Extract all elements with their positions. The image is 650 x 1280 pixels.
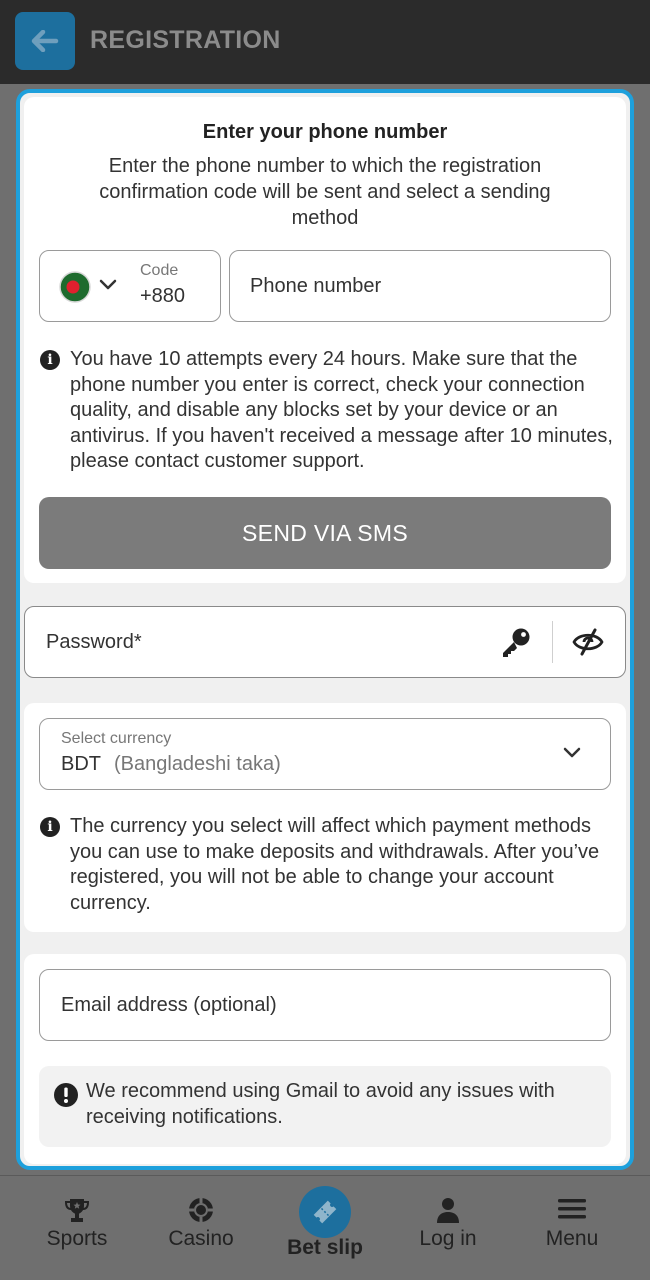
attempts-info: i You have 10 attempts every 24 hours. M…: [40, 347, 618, 475]
currency-code: BDT: [61, 753, 101, 775]
phone-number-input[interactable]: Phone number: [229, 250, 611, 322]
trophy-icon: [64, 1199, 90, 1222]
attempts-info-text: You have 10 attempts every 24 hours. Mak…: [70, 348, 613, 473]
back-button[interactable]: [15, 12, 75, 70]
nav-bet-slip[interactable]: Bet slip: [265, 1176, 385, 1280]
send-via-sms-button[interactable]: SEND VIA SMS: [39, 497, 611, 569]
hamburger-menu-icon: [558, 1199, 586, 1219]
currency-section: Select currency BDT (Bangladeshi taka) i…: [24, 703, 626, 932]
currency-info: i The currency you select will affect wh…: [40, 814, 618, 916]
nav-sports[interactable]: Sports: [17, 1176, 137, 1280]
bet-slip-icon-circle: [299, 1186, 351, 1238]
phone-section-title: Enter your phone number: [202, 121, 448, 143]
nav-log-in[interactable]: Log in: [388, 1176, 508, 1280]
gmail-notice-text: We recommend using Gmail to avoid any is…: [86, 1080, 555, 1128]
nav-menu[interactable]: Menu: [512, 1176, 632, 1280]
password-input[interactable]: Password*: [24, 606, 626, 678]
user-icon: [437, 1198, 459, 1223]
key-icon: [503, 628, 530, 657]
info-icon: i: [40, 817, 60, 837]
currency-select[interactable]: Select currency BDT (Bangladeshi taka): [39, 718, 611, 790]
eye-hidden-icon[interactable]: [571, 627, 605, 657]
email-placeholder: Email address (optional): [61, 994, 277, 1016]
casino-chip-icon: [189, 1198, 213, 1222]
nav-log-in-label: Log in: [419, 1227, 477, 1250]
arrow-left-icon: [31, 30, 59, 52]
gmail-notice: We recommend using Gmail to avoid any is…: [39, 1066, 611, 1147]
email-input[interactable]: Email address (optional): [39, 969, 611, 1041]
nav-casino-label: Casino: [168, 1227, 234, 1250]
info-icon: i: [40, 350, 60, 370]
nav-sports-label: Sports: [46, 1227, 108, 1250]
nav-bet-slip-label: Bet slip: [287, 1236, 363, 1259]
phone-number-placeholder: Phone number: [250, 275, 382, 297]
exclamation-icon: [54, 1083, 78, 1107]
page-title: REGISTRATION: [90, 26, 281, 54]
currency-label: Select currency: [61, 730, 172, 747]
code-label: Code: [140, 262, 179, 279]
ticket-icon: [313, 1200, 337, 1224]
phone-section-description: Enter the phone number to which the regi…: [99, 155, 551, 229]
bottom-navigation: Sports Casino Bet slip Log in Menu: [0, 1175, 650, 1280]
country-code-select[interactable]: Code +880: [39, 250, 221, 322]
bangladesh-flag-icon: [59, 271, 91, 303]
currency-name: (Bangladeshi taka): [114, 753, 281, 775]
field-divider: [552, 621, 553, 663]
registration-form: Enter your phone number Enter the phone …: [16, 89, 634, 1170]
code-value: +880: [140, 285, 186, 307]
top-bar: REGISTRATION: [0, 0, 650, 84]
nav-menu-label: Menu: [545, 1227, 599, 1250]
chevron-down-icon: [99, 279, 117, 290]
phone-section: Enter your phone number Enter the phone …: [24, 97, 626, 583]
currency-info-text: The currency you select will affect whic…: [70, 815, 600, 914]
email-section: Email address (optional) We recommend us…: [24, 954, 626, 1164]
chevron-down-icon: [563, 747, 581, 758]
password-placeholder: Password*: [46, 631, 142, 653]
nav-casino[interactable]: Casino: [141, 1176, 261, 1280]
